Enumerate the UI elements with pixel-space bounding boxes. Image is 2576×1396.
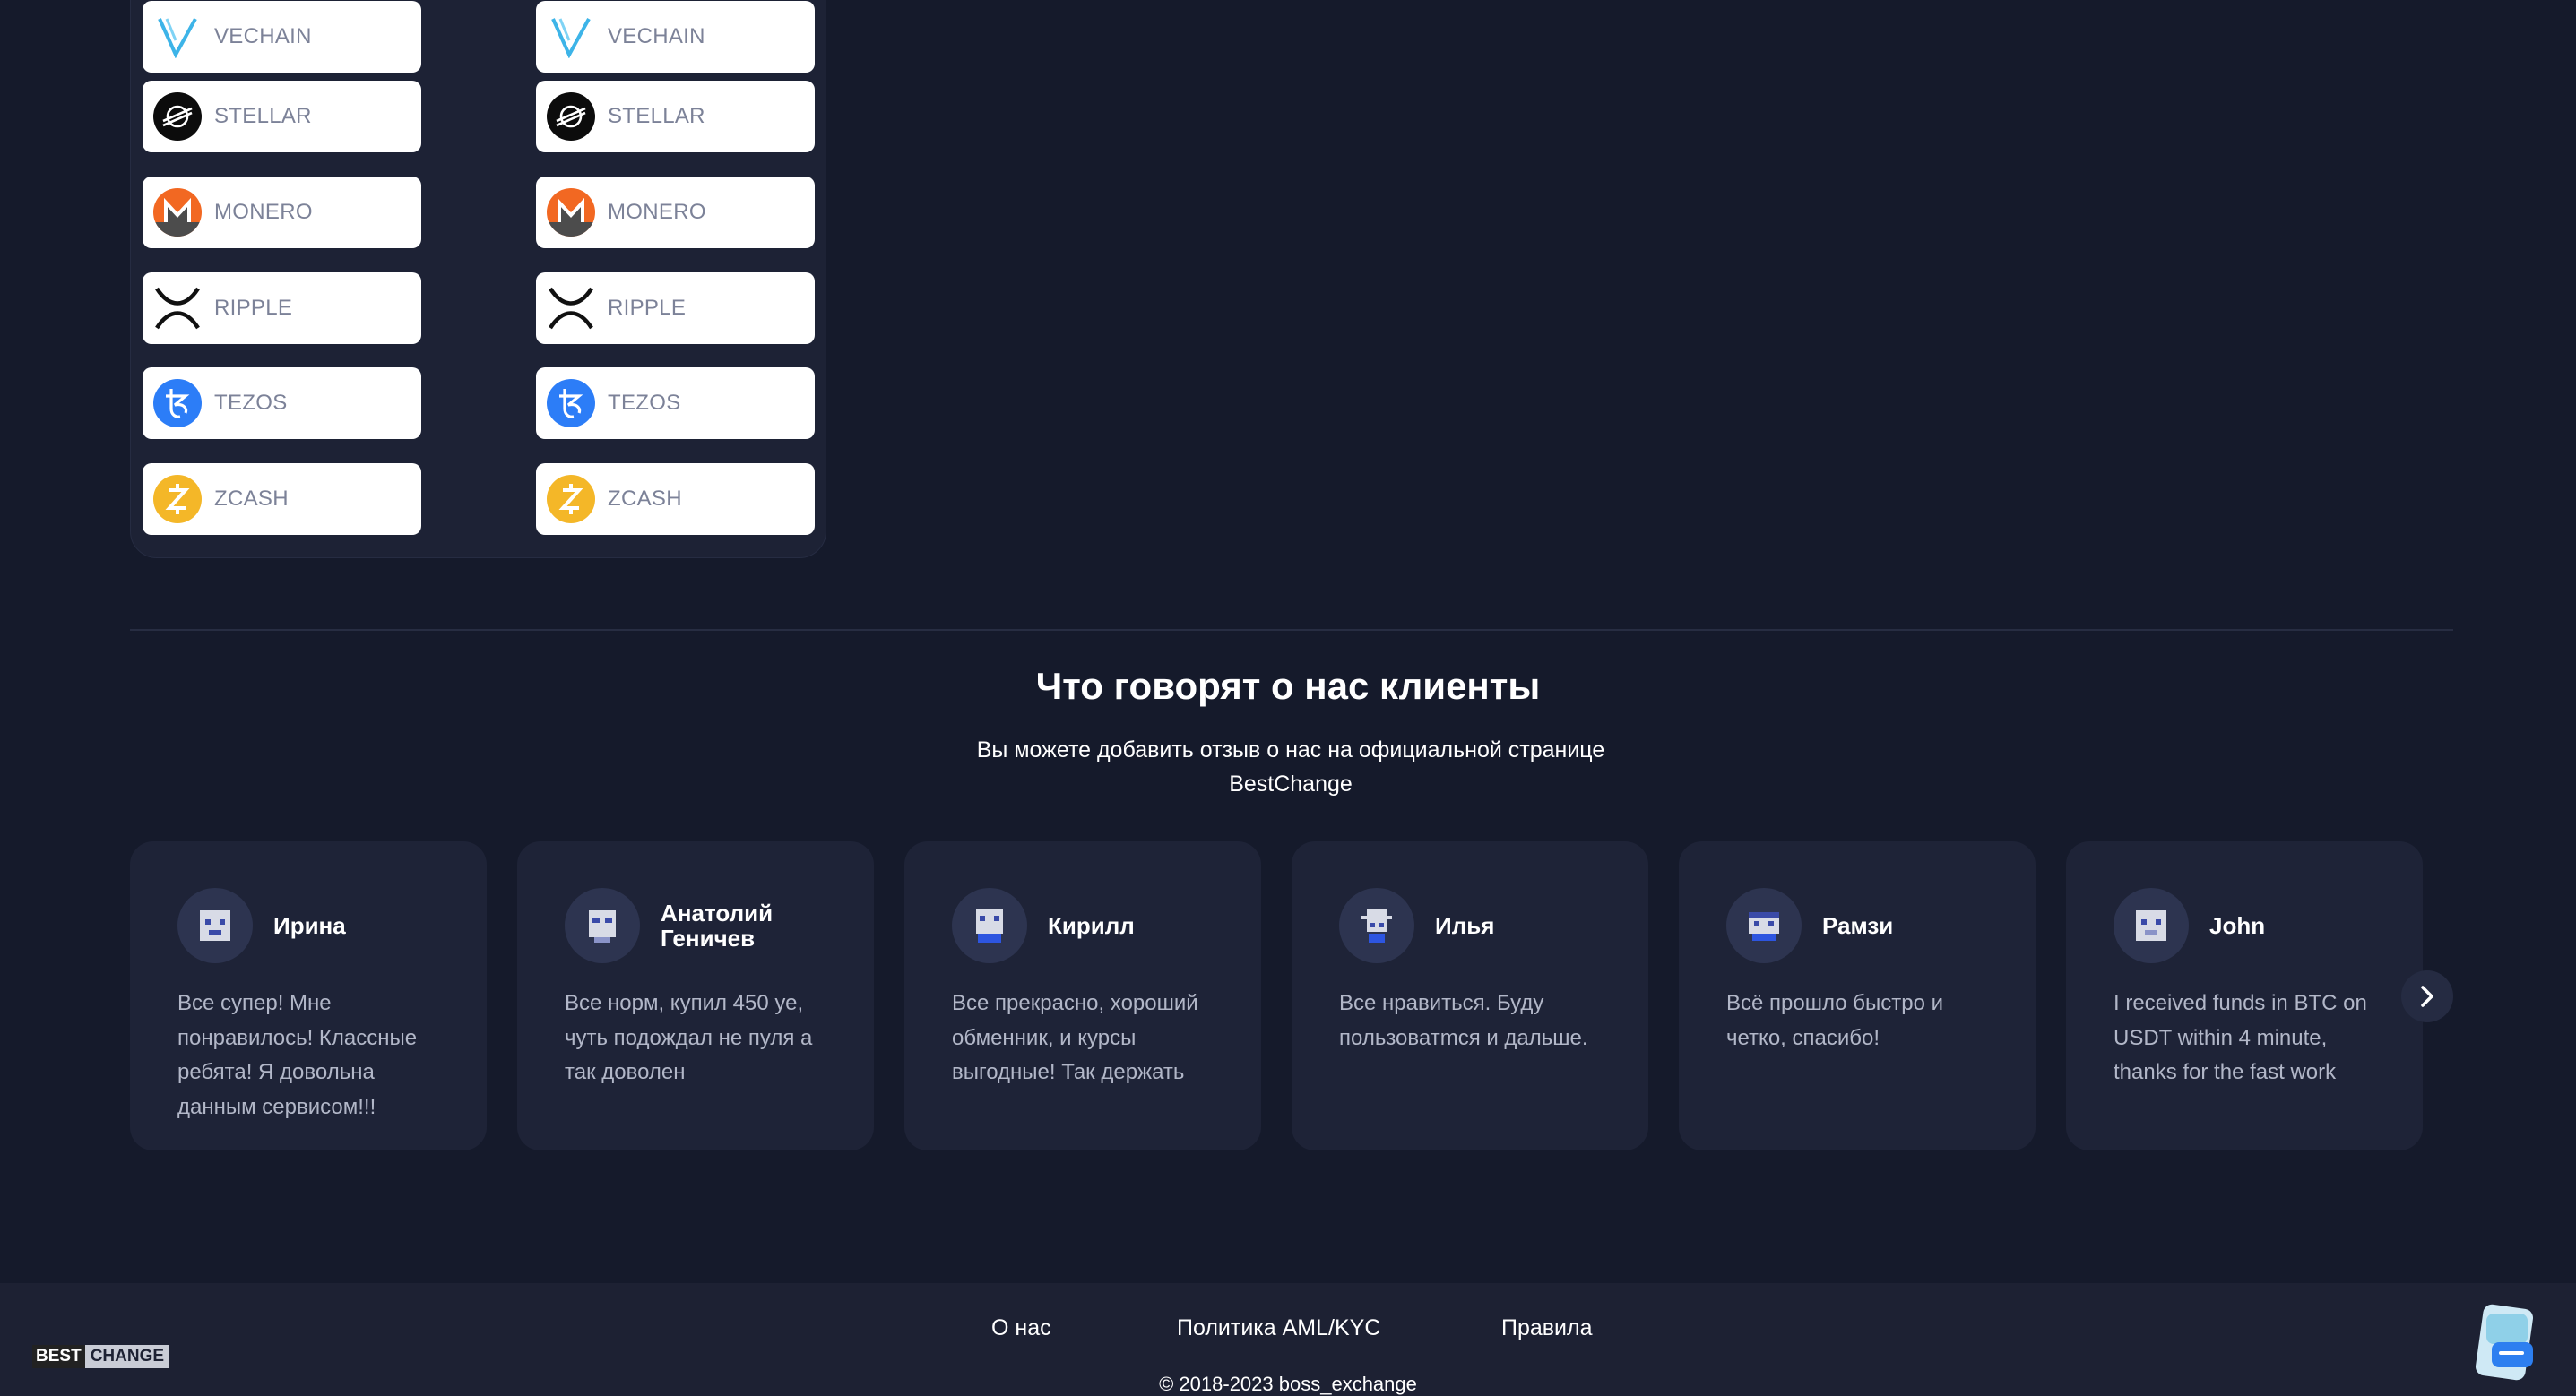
review-author: Ирина	[273, 912, 346, 939]
coin-item-ripple[interactable]: RIPPLE	[143, 272, 421, 344]
avatar	[1726, 888, 1802, 963]
section-divider	[130, 629, 2453, 631]
review-author: Кирилл	[1048, 912, 1135, 939]
bestchange-logo-change: CHANGE	[84, 1345, 170, 1368]
ripple-icon	[153, 284, 202, 332]
stellar-icon	[153, 92, 202, 141]
coin-item-ripple[interactable]: RIPPLE	[536, 272, 815, 344]
coin-name: TEZOS	[608, 391, 681, 415]
coin-item-tezos[interactable]: TEZOS	[536, 367, 815, 439]
coin-item-vechain[interactable]: VECHAIN	[536, 1, 815, 73]
chat-icon	[2475, 1304, 2534, 1381]
avatar	[2114, 888, 2189, 963]
footer-link-about[interactable]: О нас	[991, 1315, 1051, 1341]
coin-name: STELLAR	[608, 104, 705, 128]
zcash-icon	[153, 475, 202, 523]
coin-item-vechain[interactable]: VECHAIN	[143, 1, 421, 73]
coin-name: TEZOS	[214, 391, 288, 415]
footer-link-aml-kyc[interactable]: Политика AML/KYC	[1177, 1315, 1380, 1341]
coin-name: ZCASH	[608, 487, 682, 511]
coin-name: VECHAIN	[608, 24, 705, 48]
coin-name: ZCASH	[214, 487, 289, 511]
coin-name: MONERO	[608, 200, 706, 224]
review-author: Рамзи	[1822, 912, 1894, 939]
bestchange-logo[interactable]: BEST CHANGE	[32, 1344, 170, 1369]
review-text: Все прекрасно, хороший обменник, и курсы…	[952, 991, 1198, 1084]
tezos-icon	[547, 379, 595, 427]
vechain-icon	[153, 13, 202, 61]
review-card: Анатолий Геничев Все норм, купил 450 уе,…	[517, 841, 874, 1150]
copyright: © 2018-2023 boss_exchange	[1159, 1373, 1417, 1395]
vechain-icon	[547, 13, 595, 61]
monero-icon	[547, 188, 595, 237]
avatar	[565, 888, 640, 963]
chat-widget-button[interactable]	[2470, 1299, 2542, 1389]
coin-item-monero[interactable]: MONERO	[143, 177, 421, 248]
chevron-right-icon	[2421, 986, 2433, 1007]
tezos-icon	[153, 379, 202, 427]
coin-name: MONERO	[214, 200, 313, 224]
review-author: Анатолий Геничев	[661, 900, 774, 952]
coin-item-stellar[interactable]: STELLAR	[143, 81, 421, 152]
review-card: Илья Все нравиться. Буду пользоватmся и …	[1292, 841, 1648, 1150]
avatar	[952, 888, 1027, 963]
ripple-icon	[547, 284, 595, 332]
review-text: Все супер! Мне понравилось! Классные реб…	[177, 991, 418, 1119]
review-text: Всё прошло быстро и четко, спасибо!	[1726, 991, 1944, 1050]
coin-item-zcash[interactable]: ZCASH	[536, 463, 815, 535]
coin-item-monero[interactable]: MONERO	[536, 177, 815, 248]
coin-item-tezos[interactable]: TEZOS	[143, 367, 421, 439]
coin-name: VECHAIN	[214, 24, 312, 48]
reviews-title: Что говорят о нас клиенты	[1035, 665, 1541, 707]
reviews-subtitle: Вы можете добавить отзыв о нас на официа…	[976, 737, 1605, 797]
coin-name: RIPPLE	[608, 296, 687, 320]
avatar	[177, 888, 253, 963]
review-card: Рамзи Всё прошло быстро и четко, спасибо…	[1679, 841, 2036, 1150]
review-card: Ирина Все супер! Мне понравилось! Классн…	[130, 841, 487, 1150]
monero-icon	[153, 188, 202, 237]
review-card: John I received funds in BTC on USDT wit…	[2066, 841, 2423, 1150]
review-text: Все норм, купил 450 уе, чуть подождал не…	[565, 991, 813, 1084]
coin-item-stellar[interactable]: STELLAR	[536, 81, 815, 152]
review-text: I received funds in BTC on USDT within 4…	[2114, 991, 2367, 1084]
coin-list-panel: VECHAIN STELLAR MONERO RIPPLE TEZOS ZCAS…	[130, 0, 826, 558]
reviews-next-button[interactable]	[2401, 970, 2453, 1022]
review-text: Все нравиться. Буду пользоватmся и дальш…	[1339, 991, 1588, 1050]
coin-name: RIPPLE	[214, 296, 293, 320]
avatar	[1339, 888, 1414, 963]
bestchange-logo-best: BEST	[32, 1345, 85, 1368]
footer-link-rules[interactable]: Правила	[1501, 1315, 1593, 1341]
review-card: Кирилл Все прекрасно, хороший обменник, …	[904, 841, 1261, 1150]
coin-item-zcash[interactable]: ZCASH	[143, 463, 421, 535]
review-author: Илья	[1435, 912, 1495, 939]
stellar-icon	[547, 92, 595, 141]
zcash-icon	[547, 475, 595, 523]
footer: BEST CHANGE О нас Политика AML/KYC Прави…	[0, 1283, 2576, 1396]
coin-name: STELLAR	[214, 104, 312, 128]
review-author: John	[2209, 912, 2266, 939]
